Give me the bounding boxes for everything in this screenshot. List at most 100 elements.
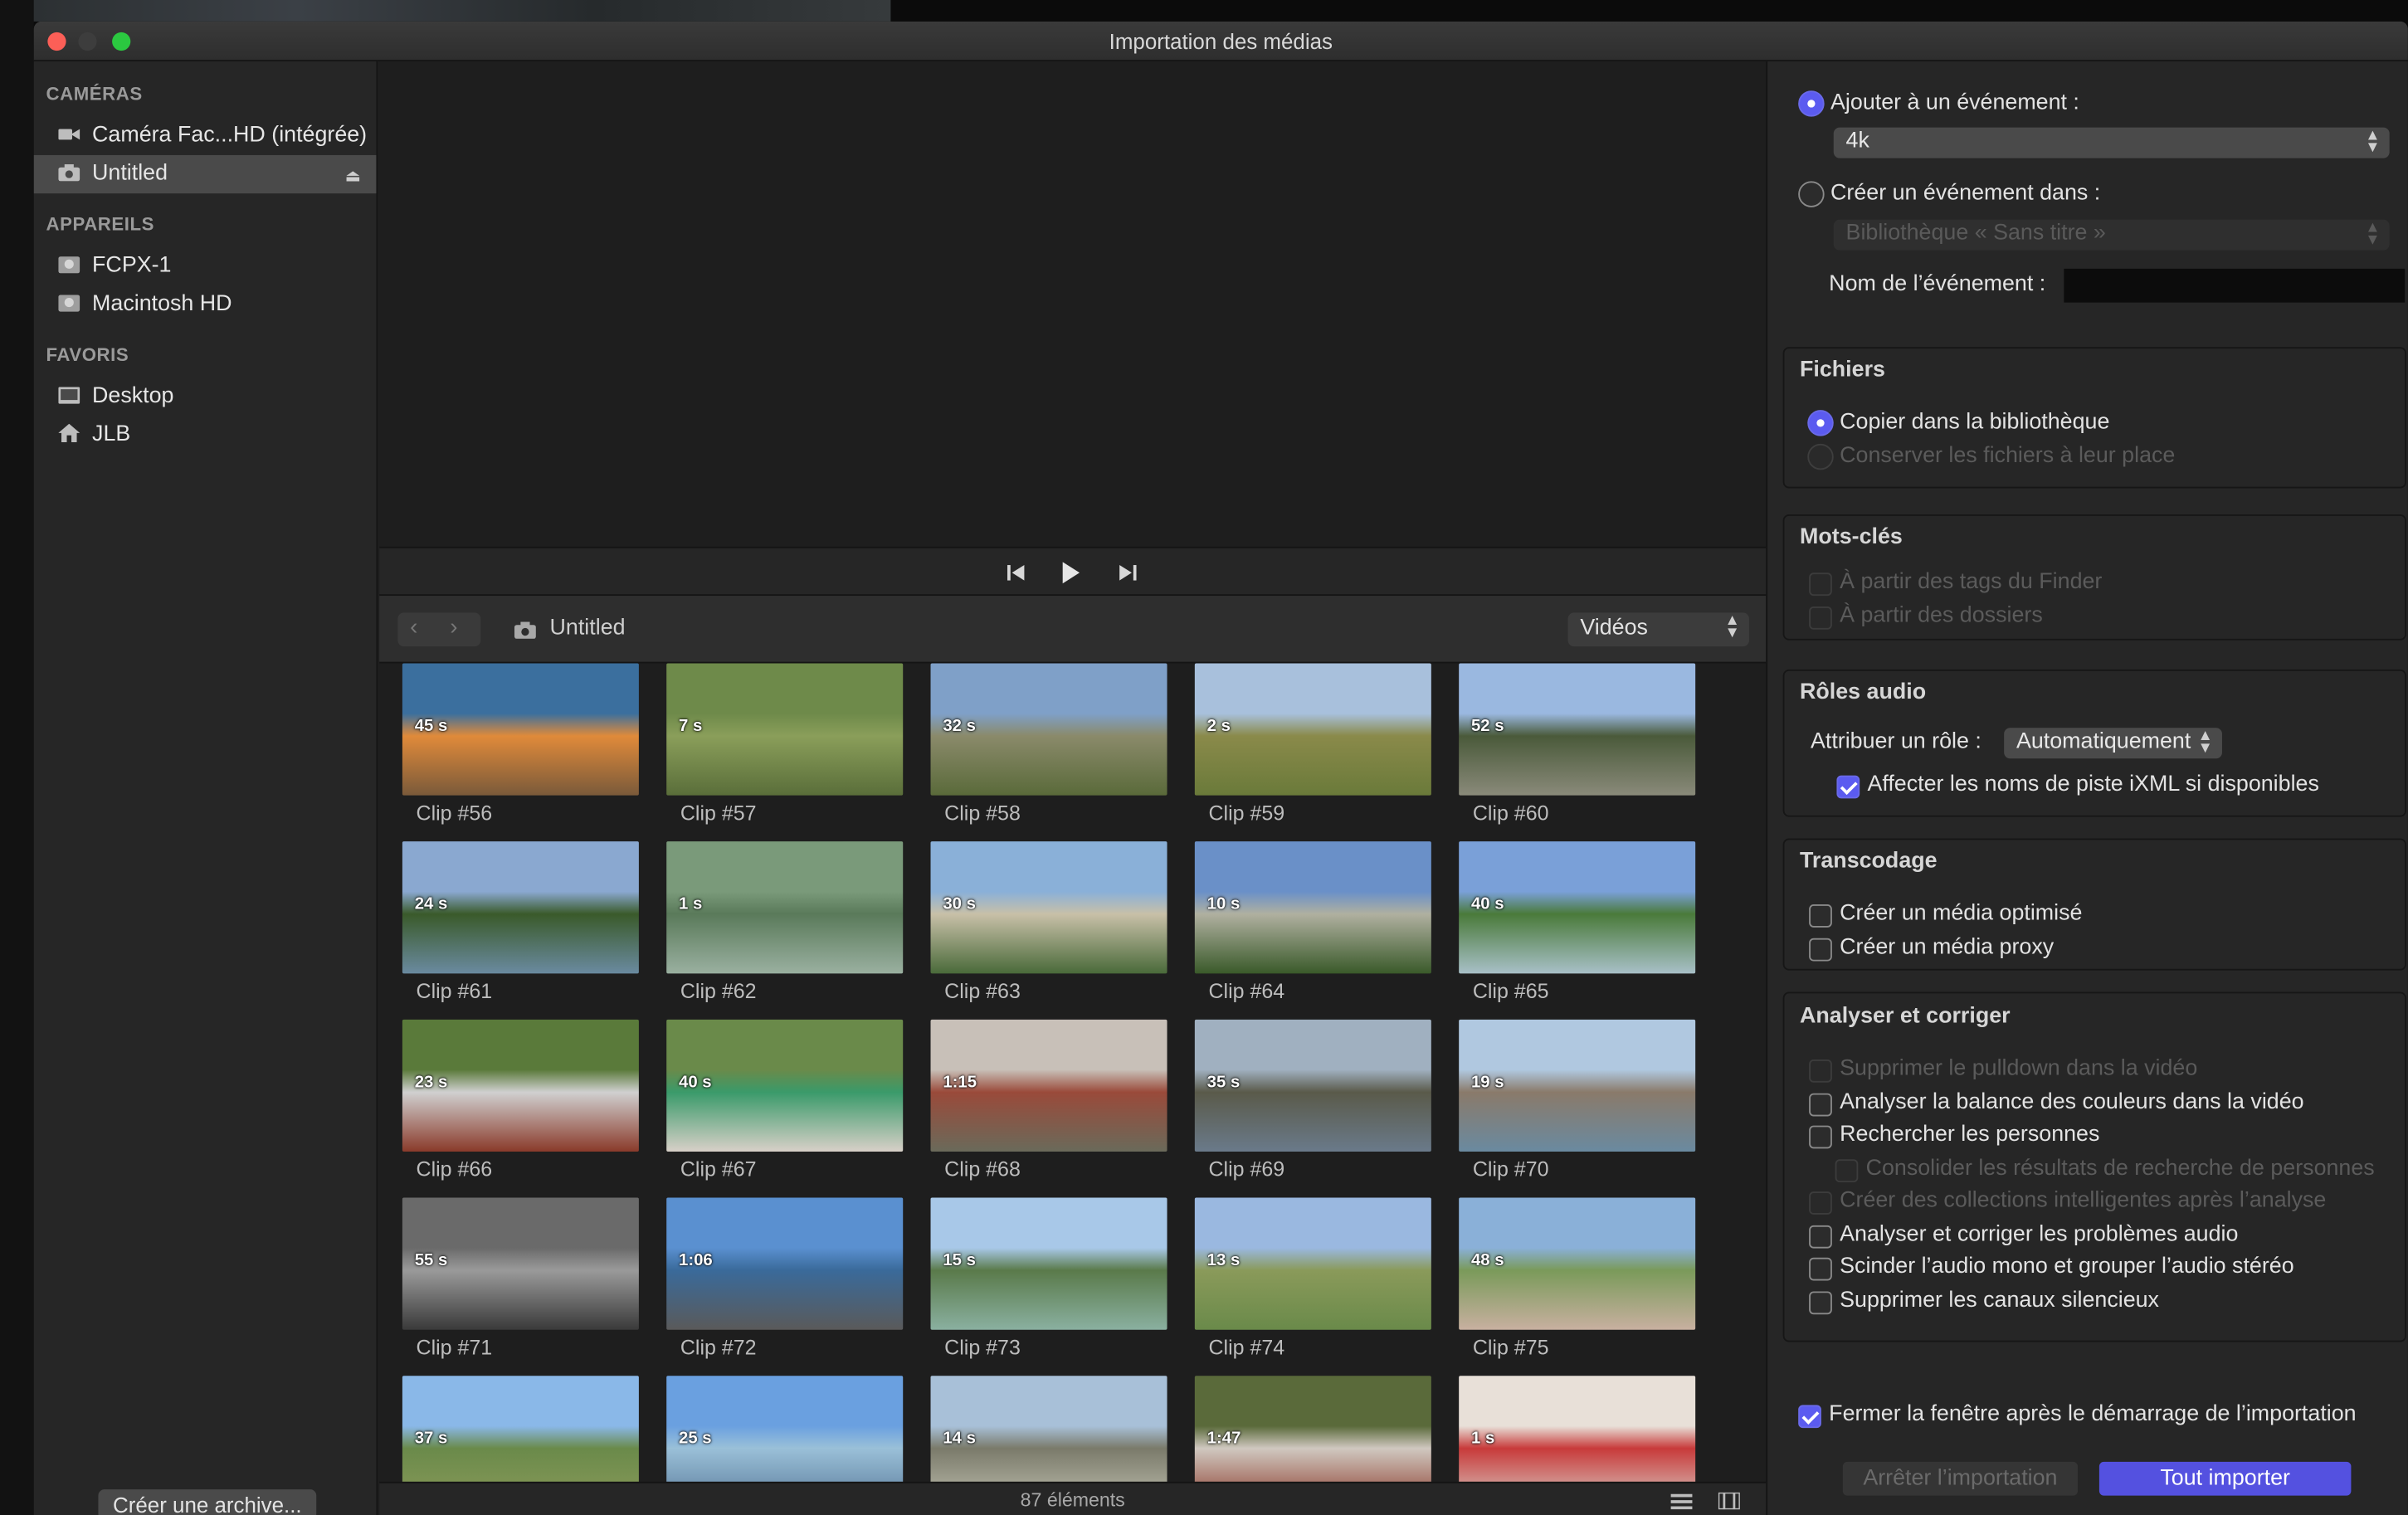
clip-thumbnail[interactable]: 2 s — [1194, 663, 1431, 796]
list-view-icon[interactable] — [1670, 1493, 1693, 1510]
color-balance-checkbox[interactable] — [1809, 1093, 1832, 1117]
clip-item[interactable]: 55 s Clip #71 — [402, 1197, 639, 1359]
clip-item[interactable]: 2 s Clip #59 — [1194, 663, 1431, 825]
clip-thumbnail[interactable]: 45 s — [402, 663, 639, 796]
copy-to-library-radio[interactable] — [1807, 410, 1834, 436]
eject-icon[interactable]: ⏏ — [345, 166, 361, 186]
library-select[interactable]: Bibliothèque « Sans titre » ▲ ▼ — [1833, 219, 2390, 251]
clip-thumbnail[interactable]: 25 s — [666, 1376, 904, 1482]
clip-item[interactable]: 48 s Clip #75 — [1459, 1197, 1696, 1359]
proxy-media-checkbox[interactable] — [1809, 938, 1832, 962]
clip-item[interactable]: 7 s Clip #57 — [666, 663, 904, 825]
consolidate-people-checkbox[interactable] — [1835, 1159, 1859, 1183]
close-window-checkbox[interactable] — [1798, 1405, 1821, 1429]
clip-item[interactable]: 1 s — [1459, 1376, 1696, 1482]
play-icon[interactable] — [1056, 559, 1084, 587]
clip-thumbnail[interactable]: 10 s — [1194, 841, 1431, 974]
clip-thumbnail[interactable]: 24 s — [402, 841, 639, 974]
clip-item[interactable]: 52 s Clip #60 — [1459, 663, 1696, 825]
sidebar-item-jlb[interactable]: JLB — [34, 417, 377, 455]
smart-collections-checkbox[interactable] — [1809, 1191, 1832, 1215]
clip-item[interactable]: 1 s Clip #62 — [666, 841, 904, 1003]
import-all-button[interactable]: Tout importer — [2098, 1461, 2352, 1496]
clip-item[interactable]: 14 s — [930, 1376, 1167, 1482]
clip-item[interactable]: 25 s — [666, 1376, 904, 1482]
clip-item[interactable]: 32 s Clip #58 — [930, 663, 1167, 825]
clip-item[interactable]: 37 s — [402, 1376, 639, 1482]
event-name-field[interactable] — [2064, 268, 2406, 303]
clip-thumbnail[interactable]: 19 s — [1459, 1019, 1696, 1152]
clip-item[interactable]: 40 s Clip #67 — [666, 1019, 904, 1181]
back-arrow-icon[interactable]: ‹ — [410, 614, 417, 640]
video-camera-icon — [58, 129, 80, 140]
sidebar-item-desktop[interactable]: Desktop — [34, 378, 377, 416]
audio-problems-label: Analyser et corriger les problèmes audio — [1840, 1222, 2239, 1247]
clip-thumbnail[interactable]: 1 s — [666, 841, 904, 974]
clip-thumbnail[interactable]: 1:15 — [930, 1019, 1167, 1152]
clip-item[interactable]: 30 s Clip #63 — [930, 841, 1167, 1003]
clip-thumbnail[interactable]: 1:47 — [1194, 1376, 1431, 1482]
media-filter-select[interactable]: Vidéos ▲ ▼ — [1567, 612, 1749, 647]
clip-thumbnail[interactable]: 30 s — [930, 841, 1167, 974]
clip-thumbnail[interactable]: 35 s — [1194, 1019, 1431, 1152]
assign-role-select[interactable]: Automatiquement ▲ ▼ — [2004, 728, 2222, 759]
finder-tags-checkbox[interactable] — [1809, 572, 1832, 597]
clip-name: Clip #70 — [1472, 1157, 1549, 1181]
next-clip-icon[interactable] — [1115, 559, 1143, 587]
folders-checkbox[interactable] — [1809, 606, 1832, 630]
clip-thumbnail[interactable]: 37 s — [402, 1376, 639, 1482]
clip-thumbnail[interactable]: 1:06 — [666, 1197, 904, 1330]
audio-problems-checkbox[interactable] — [1809, 1225, 1832, 1249]
clip-thumbnail[interactable]: 55 s — [402, 1197, 639, 1330]
filmstrip-view-icon[interactable] — [1718, 1492, 1740, 1510]
clip-item[interactable]: 19 s Clip #70 — [1459, 1019, 1696, 1181]
clip-thumbnail[interactable]: 40 s — [666, 1019, 904, 1152]
clip-thumbnail[interactable]: 48 s — [1459, 1197, 1696, 1330]
favorites-heading: FAVORIS — [46, 343, 129, 366]
clip-thumbnail[interactable]: 13 s — [1194, 1197, 1431, 1330]
clip-thumbnail[interactable]: 52 s — [1459, 663, 1696, 796]
window-title: Importation des médias — [1109, 29, 1333, 54]
forward-arrow-icon[interactable]: › — [450, 614, 457, 640]
clip-item[interactable]: 45 s Clip #56 — [402, 663, 639, 825]
sidebar-item-untitled[interactable]: Untitled ⏏ — [33, 154, 377, 194]
add-to-event-radio[interactable] — [1798, 90, 1825, 117]
clip-thumbnail[interactable]: 32 s — [930, 663, 1167, 796]
stop-import-button[interactable]: Arrêter l’importation — [1842, 1461, 2078, 1496]
clip-thumbnail[interactable]: 7 s — [666, 663, 904, 796]
sidebar-item-fcpx-1[interactable]: FCPX-1 — [34, 247, 377, 285]
clip-thumbnail[interactable]: 14 s — [930, 1376, 1167, 1482]
clip-item[interactable]: 10 s Clip #64 — [1194, 841, 1431, 1003]
split-mono-checkbox[interactable] — [1809, 1257, 1832, 1281]
clip-thumbnail[interactable]: 1 s — [1459, 1376, 1696, 1482]
create-archive-button[interactable]: Créer une archive... — [98, 1489, 317, 1515]
create-event-radio[interactable] — [1798, 181, 1825, 207]
clip-thumbnail[interactable]: 15 s — [930, 1197, 1167, 1330]
silent-channels-checkbox[interactable] — [1809, 1291, 1832, 1315]
optimized-media-checkbox[interactable] — [1809, 904, 1832, 928]
desktop-background — [0, 0, 891, 22]
clip-item[interactable]: 13 s Clip #74 — [1194, 1197, 1431, 1359]
ixml-checkbox[interactable] — [1836, 775, 1860, 799]
previous-clip-icon[interactable] — [1002, 559, 1029, 587]
clip-item[interactable]: 15 s Clip #73 — [930, 1197, 1167, 1359]
find-people-label: Rechercher les personnes — [1840, 1122, 2100, 1147]
sidebar-item-label: Macintosh HD — [92, 291, 232, 317]
pulldown-checkbox[interactable] — [1809, 1059, 1832, 1083]
clip-item[interactable]: 40 s Clip #65 — [1459, 841, 1696, 1003]
clip-item[interactable]: 35 s Clip #69 — [1194, 1019, 1431, 1181]
clip-duration: 35 s — [1206, 1073, 1241, 1092]
clip-thumbnail[interactable]: 23 s — [402, 1019, 639, 1152]
sidebar-item-macintosh-hd[interactable]: Macintosh HD — [34, 285, 377, 324]
sidebar-item-facetime-camera[interactable]: Caméra Fac...HD (intégrée) — [34, 117, 377, 155]
clip-item[interactable]: 1:47 — [1194, 1376, 1431, 1482]
leave-in-place-radio[interactable] — [1807, 443, 1834, 470]
event-select[interactable]: 4k ▲ ▼ — [1833, 127, 2390, 158]
clip-item[interactable]: 23 s Clip #66 — [402, 1019, 639, 1181]
clip-item[interactable]: 1:06 Clip #72 — [666, 1197, 904, 1359]
clip-item[interactable]: 1:15 Clip #68 — [930, 1019, 1167, 1181]
clip-item[interactable]: 24 s Clip #61 — [402, 841, 639, 1003]
clip-duration: 55 s — [414, 1251, 448, 1270]
find-people-checkbox[interactable] — [1809, 1125, 1832, 1149]
clip-thumbnail[interactable]: 40 s — [1459, 841, 1696, 974]
